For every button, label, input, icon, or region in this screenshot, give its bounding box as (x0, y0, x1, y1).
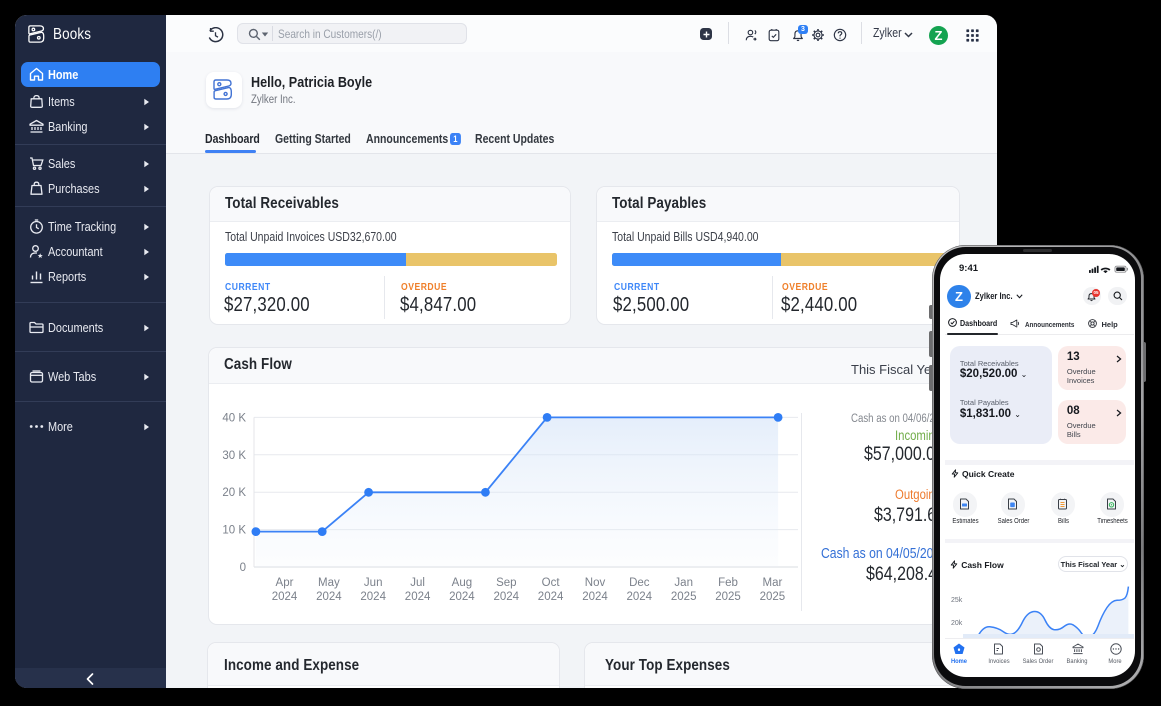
svg-text:2024: 2024 (316, 591, 342, 603)
svg-text:Sep: Sep (496, 577, 516, 589)
svg-text:Aug: Aug (452, 577, 472, 589)
svg-text:0: 0 (240, 562, 246, 574)
svg-text:2024: 2024 (272, 591, 298, 603)
svg-text:May: May (318, 577, 340, 589)
svg-text:Nov: Nov (585, 577, 606, 589)
svg-text:2024: 2024 (405, 591, 431, 603)
svg-text:2025: 2025 (671, 591, 697, 603)
svg-text:30 K: 30 K (222, 450, 246, 462)
svg-text:Oct: Oct (542, 577, 561, 589)
svg-text:2024: 2024 (494, 591, 520, 603)
svg-text:2024: 2024 (582, 591, 608, 603)
svg-text:Feb: Feb (718, 577, 738, 589)
svg-text:Mar: Mar (762, 577, 782, 589)
svg-text:Jun: Jun (364, 577, 383, 589)
svg-text:2024: 2024 (627, 591, 653, 603)
svg-text:2025: 2025 (760, 591, 786, 603)
svg-text:2025: 2025 (715, 591, 741, 603)
svg-text:2024: 2024 (449, 591, 475, 603)
svg-text:20 K: 20 K (222, 487, 246, 499)
svg-text:Jan: Jan (674, 577, 693, 589)
svg-text:Dec: Dec (629, 577, 650, 589)
svg-text:2024: 2024 (360, 591, 386, 603)
svg-text:10 K: 10 K (222, 525, 246, 537)
svg-text:40 K: 40 K (222, 412, 246, 424)
svg-text:2024: 2024 (538, 591, 564, 603)
svg-text:Apr: Apr (276, 577, 294, 589)
svg-text:Jul: Jul (410, 577, 425, 589)
